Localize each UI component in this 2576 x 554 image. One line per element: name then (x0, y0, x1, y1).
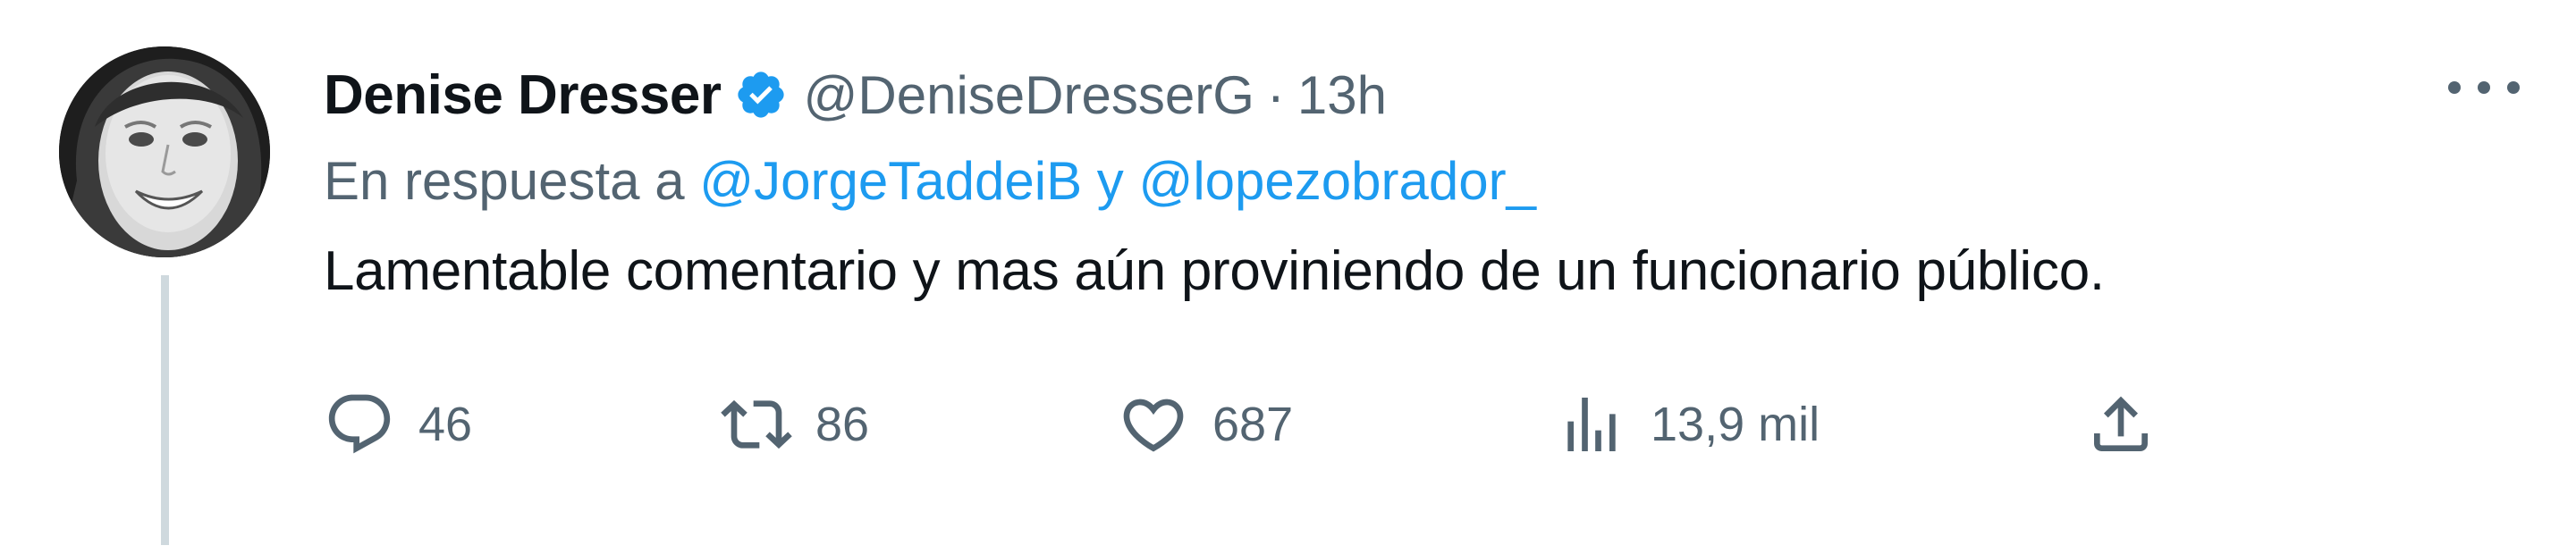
retweet-count: 86 (815, 398, 870, 451)
avatar-photo (59, 46, 270, 257)
mention-link[interactable]: @lopezobrador_ (1138, 151, 1536, 211)
reply-conjunction: y (1096, 151, 1124, 211)
avatar[interactable] (59, 46, 270, 257)
reply-count: 46 (418, 398, 473, 451)
views-button[interactable]: 13,9 mil (1556, 384, 1820, 465)
reply-button[interactable]: 46 (324, 384, 472, 465)
separator-dot: · (1266, 64, 1285, 125)
reply-prefix: En respuesta a (324, 151, 685, 211)
timestamp[interactable]: 13h (1297, 64, 1387, 126)
display-name[interactable]: Denise Dresser (324, 63, 722, 127)
heart-icon (1123, 399, 1184, 452)
bar-chart-icon (1567, 398, 1616, 451)
verified-badge-icon (734, 68, 788, 122)
views-count: 13,9 mil (1651, 398, 1820, 451)
action-bar: 46 86 687 13,9 mil (324, 384, 2166, 465)
tweet-text: Lamentable comentario y mas aún provinie… (324, 240, 2105, 302)
mention-link[interactable]: @JorgeTaddeiB (699, 151, 1082, 211)
dot (2448, 81, 2461, 94)
share-upload-icon (2094, 396, 2148, 451)
tweet[interactable]: Denise Dresser @DeniseDresserG · 13h En … (0, 0, 2576, 554)
dot (2507, 81, 2520, 94)
handle[interactable]: @DeniseDresserG (804, 64, 1254, 126)
retweet-icon (721, 399, 792, 449)
retweet-button[interactable]: 86 (721, 384, 869, 465)
like-button[interactable]: 687 (1118, 384, 1293, 465)
more-dots-icon[interactable] (2448, 70, 2520, 105)
like-count: 687 (1212, 398, 1294, 451)
reply-context: En respuesta a @JorgeTaddeiB y @lopezobr… (324, 150, 1536, 212)
tweet-header: Denise Dresser @DeniseDresserG · 13h (324, 55, 1387, 134)
share-button[interactable] (2085, 384, 2157, 465)
thread-connector-line (161, 275, 169, 545)
dot (2478, 81, 2490, 94)
speech-bubble-icon (328, 394, 391, 454)
